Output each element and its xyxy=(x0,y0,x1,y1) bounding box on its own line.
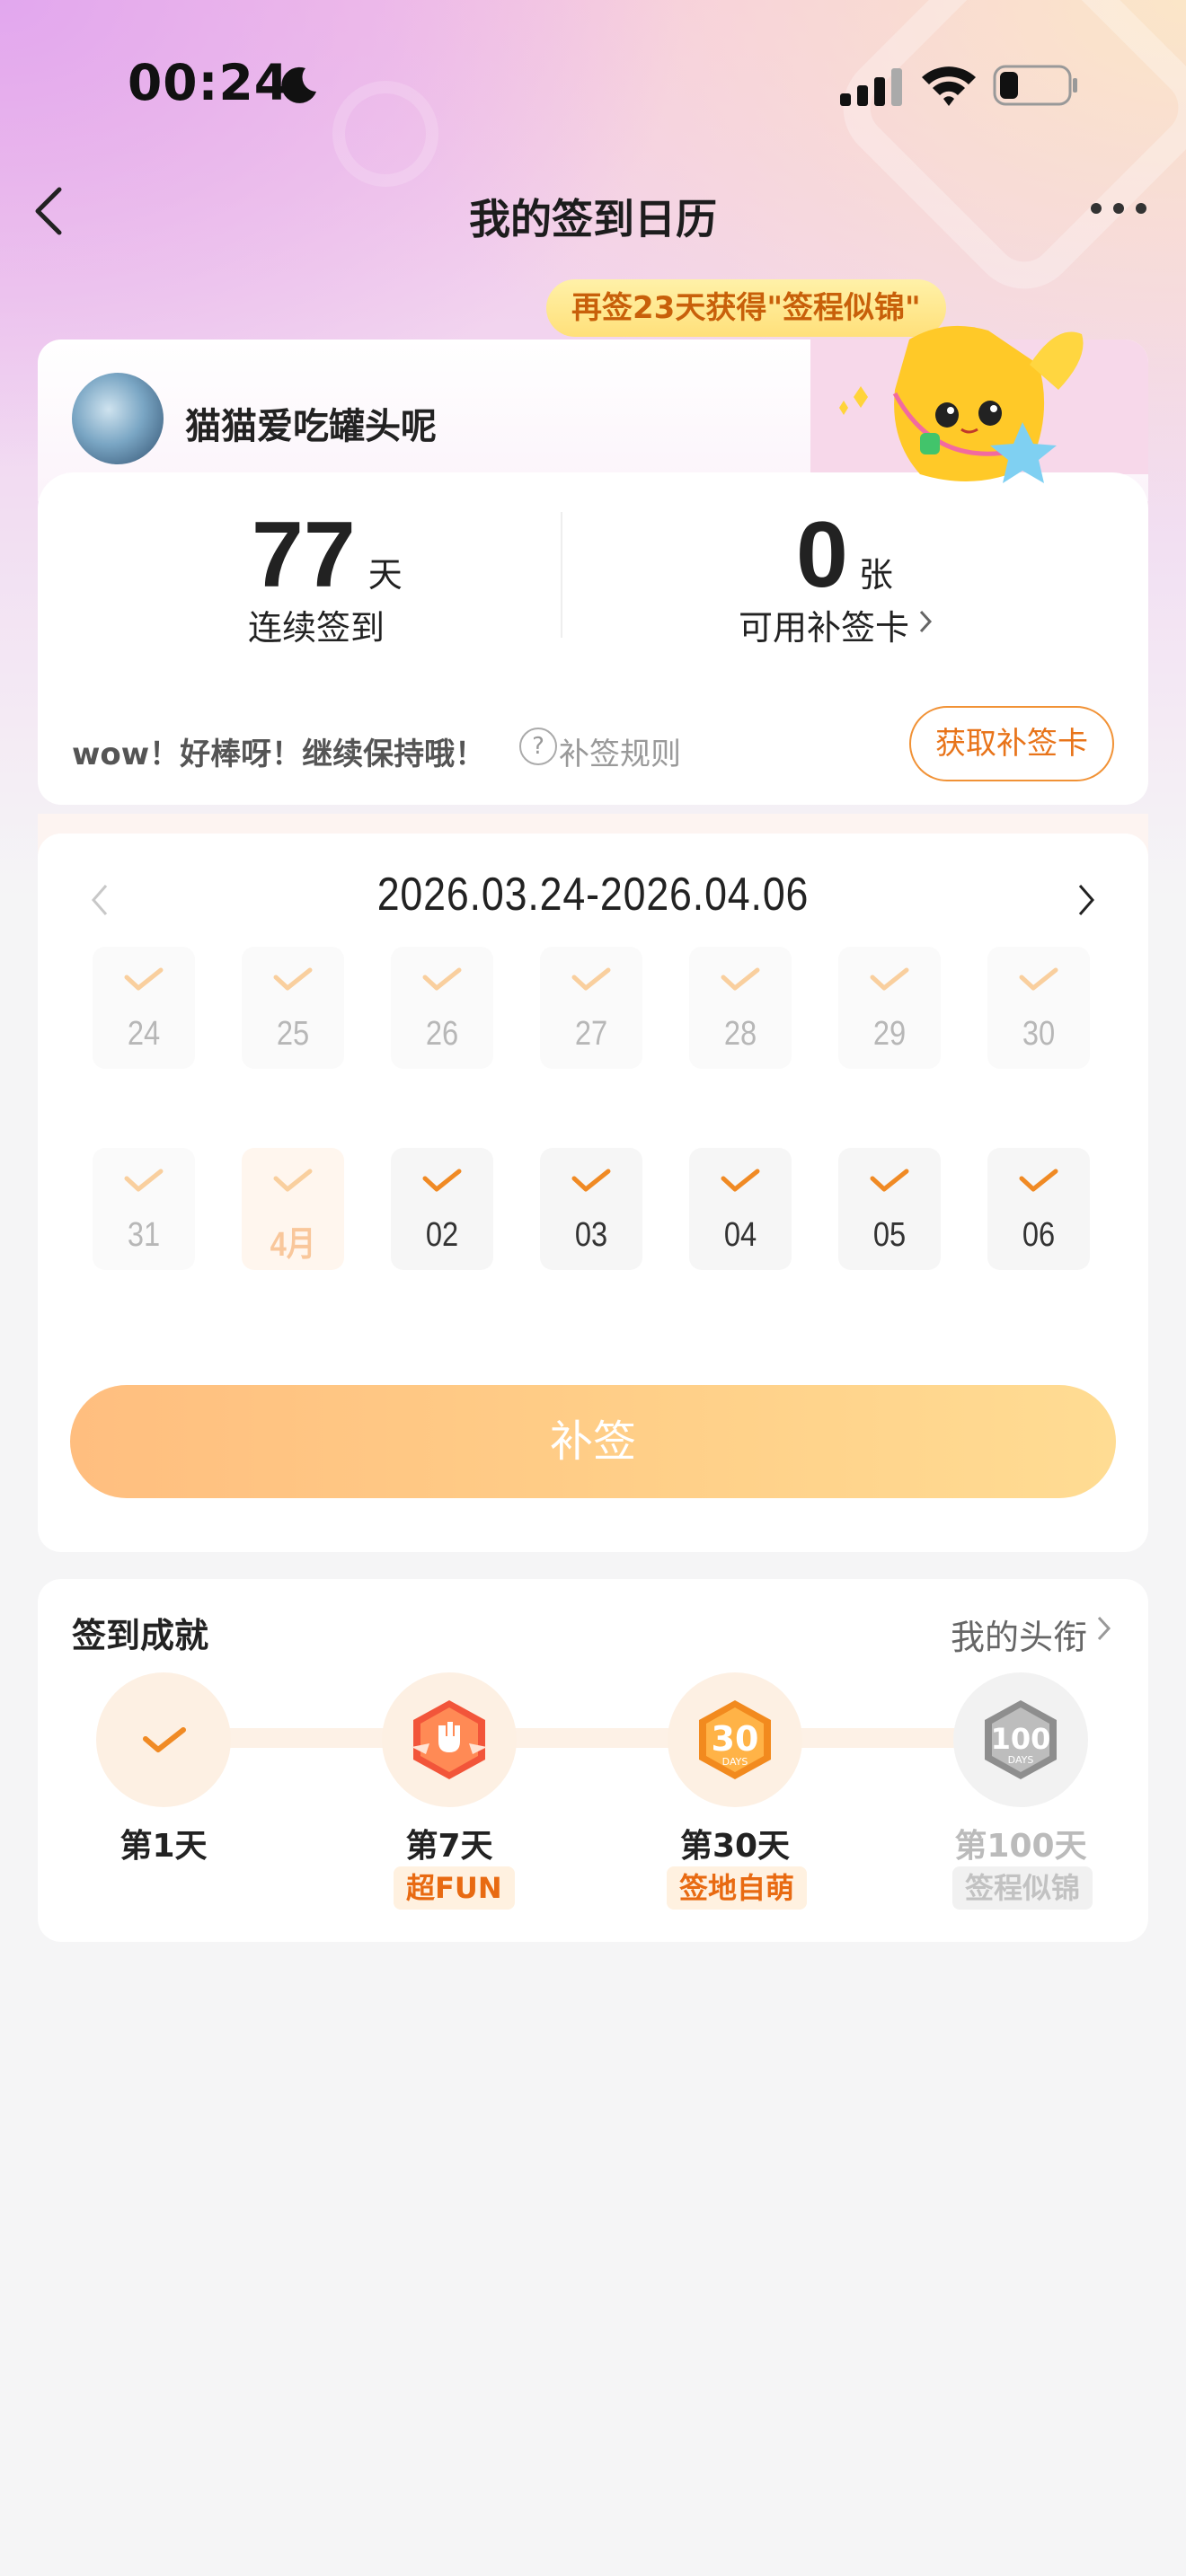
30-days-badge-icon: 30 DAYS xyxy=(699,1700,771,1779)
calendar-day-label: 03 xyxy=(574,1216,608,1254)
resign-button[interactable]: 补签 xyxy=(70,1385,1116,1498)
calendar-day[interactable]: 05 xyxy=(838,1148,941,1270)
check-icon xyxy=(273,967,313,991)
check-icon xyxy=(571,1169,611,1192)
cards-unit: 张 xyxy=(858,555,893,595)
calendar-day[interactable]: 02 xyxy=(391,1148,493,1270)
moon-icon xyxy=(281,66,316,103)
question-icon[interactable]: ? xyxy=(519,728,557,765)
svg-text:100: 100 xyxy=(991,1722,1051,1756)
calendar-day-label: 27 xyxy=(574,1015,608,1053)
check-icon xyxy=(571,967,611,991)
milestone-7-label: 第7天 xyxy=(405,1828,493,1865)
calendar-day-label: 02 xyxy=(425,1216,459,1254)
fun-badge-icon xyxy=(412,1700,487,1779)
milestone-30-tag: 签地自萌 xyxy=(667,1866,808,1910)
calendar-day-label: 28 xyxy=(723,1015,757,1053)
mascot-illustration xyxy=(839,325,1084,483)
milestone-100-tag: 签程似锦 xyxy=(952,1866,1093,1910)
more-options-icon[interactable] xyxy=(1087,199,1150,217)
calendar-day-label: 31 xyxy=(127,1216,161,1254)
calendar-day[interactable]: 04 xyxy=(689,1148,792,1270)
calendar-day[interactable]: 4月 xyxy=(242,1148,344,1270)
status-time: 00:24 xyxy=(128,54,290,111)
svg-text:30: 30 xyxy=(712,1719,759,1759)
achievement-progress-line xyxy=(162,1728,1024,1748)
calendar-day-label: 4月 xyxy=(270,1226,316,1264)
encouragement-text: wow！好棒呀！继续保持哦！ xyxy=(72,737,486,772)
check-icon xyxy=(422,1169,462,1192)
chevron-right-icon[interactable] xyxy=(1096,1615,1112,1642)
calendar-day[interactable]: 25 xyxy=(242,947,344,1069)
calendar-day[interactable]: 31 xyxy=(93,1148,195,1270)
cellular-signal-icon xyxy=(840,68,902,106)
calendar-day-label: 24 xyxy=(127,1015,161,1053)
milestone-100-label: 第100天 xyxy=(954,1828,1087,1865)
streak-stat: 77 天 xyxy=(252,508,403,602)
wifi-icon xyxy=(922,66,976,106)
calendar-day[interactable]: 27 xyxy=(540,947,642,1069)
date-range: 2026.03.24-2026.04.06 xyxy=(376,869,810,921)
cards-value: 0 xyxy=(796,503,848,607)
chevron-right-icon[interactable] xyxy=(918,609,933,634)
calendar-day[interactable]: 03 xyxy=(540,1148,642,1270)
svg-text:DAYS: DAYS xyxy=(722,1756,748,1768)
check-icon xyxy=(124,967,164,991)
calendar-day[interactable]: 24 xyxy=(93,947,195,1069)
check-icon xyxy=(1019,1169,1058,1192)
milestone-1-label: 第1天 xyxy=(119,1828,208,1865)
check-icon xyxy=(143,1727,186,1752)
username: 猫猫爱吃罐头呢 xyxy=(185,406,437,447)
resign-rules-link[interactable]: 补签规则 xyxy=(559,729,681,773)
milestone-30-label: 第30天 xyxy=(679,1828,791,1865)
calendar-day-label: 05 xyxy=(872,1216,907,1254)
get-resign-card-button[interactable]: 获取补签卡 xyxy=(909,706,1114,781)
check-icon xyxy=(273,1169,313,1192)
avatar[interactable] xyxy=(72,373,164,464)
calendar-day-label: 29 xyxy=(872,1015,907,1053)
check-icon xyxy=(870,1169,909,1192)
stat-divider xyxy=(561,512,562,638)
battery-icon xyxy=(993,65,1077,106)
calendar-day[interactable]: 26 xyxy=(391,947,493,1069)
calendar-day[interactable]: 06 xyxy=(987,1148,1090,1270)
streak-label: 连续签到 xyxy=(248,608,385,648)
calendar-day[interactable]: 29 xyxy=(838,947,941,1069)
check-icon xyxy=(124,1169,164,1192)
calendar-day-label: 30 xyxy=(1022,1015,1056,1053)
check-icon xyxy=(422,967,462,991)
resign-card-stat[interactable]: 0张 xyxy=(796,508,893,602)
page-title: 我的签到日历 xyxy=(469,195,717,243)
calendar-day-label: 04 xyxy=(723,1216,757,1254)
check-icon xyxy=(1019,967,1058,991)
calendar-day-label: 06 xyxy=(1022,1216,1056,1254)
streak-value: 77 xyxy=(252,503,356,607)
milestone-7-tag: 超FUN xyxy=(394,1866,515,1910)
streak-unit: 天 xyxy=(367,555,403,595)
cards-label[interactable]: 可用补签卡 xyxy=(739,600,909,649)
check-icon xyxy=(721,1169,760,1192)
check-icon xyxy=(721,967,760,991)
next-week-icon[interactable] xyxy=(1075,882,1098,918)
check-icon xyxy=(870,967,909,991)
calendar-day[interactable]: 28 xyxy=(689,947,792,1069)
my-titles-link[interactable]: 我的头衔 xyxy=(951,1610,1087,1659)
svg-text:DAYS: DAYS xyxy=(1008,1754,1034,1766)
achievements-title: 签到成就 xyxy=(72,1616,209,1655)
calendar-day-label: 26 xyxy=(425,1015,459,1053)
calendar-day[interactable]: 30 xyxy=(987,947,1090,1069)
100-days-badge-icon: 100 DAYS xyxy=(985,1700,1057,1779)
calendar-day-label: 25 xyxy=(276,1015,310,1053)
